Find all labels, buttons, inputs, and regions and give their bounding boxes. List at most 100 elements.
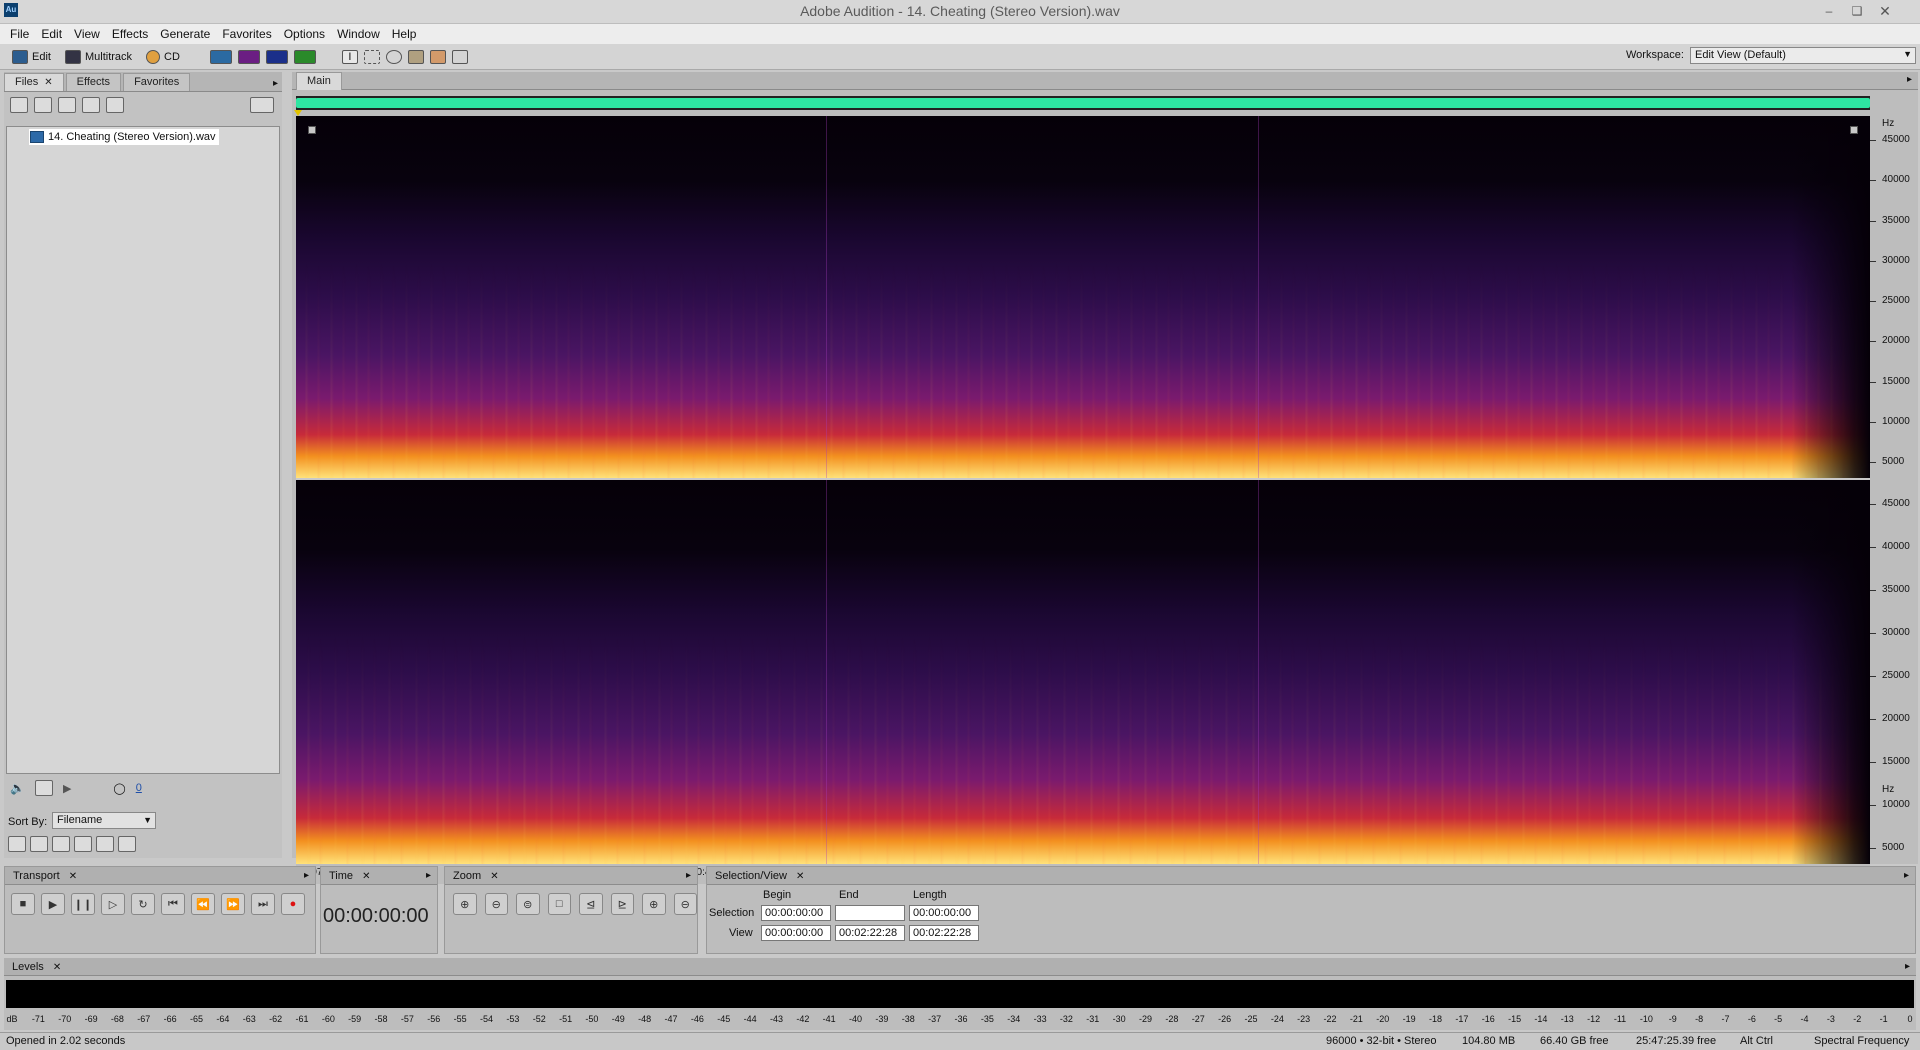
show-midi-files-icon[interactable] — [74, 836, 92, 852]
close-icon[interactable]: ✕ — [1874, 2, 1896, 20]
show-loop-files-icon[interactable] — [30, 836, 48, 852]
close-icon[interactable]: ✕ — [490, 871, 498, 882]
menu-view[interactable]: View — [68, 27, 106, 41]
edit-view-button[interactable]: Edit — [8, 47, 55, 67]
waveform-display-icon[interactable] — [209, 50, 232, 64]
volume-knob-icon[interactable]: ◯ — [113, 782, 125, 795]
tab-files[interactable]: Files ✕ — [4, 73, 64, 91]
panel-menu-icon[interactable]: ▸ — [304, 870, 309, 881]
level-scale-label: -58 — [374, 1014, 388, 1024]
right-channel-spectrum[interactable] — [296, 480, 1870, 864]
spectral-frequency-icon[interactable] — [237, 50, 260, 64]
close-icon[interactable]: ✕ — [44, 77, 52, 88]
import-file-icon[interactable] — [10, 97, 28, 113]
level-scale-label: -61 — [295, 1014, 309, 1024]
pause-icon[interactable]: ❙❙ — [71, 893, 95, 915]
time-selection-tool-icon[interactable]: I — [341, 50, 358, 64]
spot-healing-tool-icon[interactable] — [429, 50, 446, 64]
list-item[interactable]: 14. Cheating (Stereo Version).wav — [29, 129, 219, 145]
insert-cd-icon[interactable] — [82, 97, 100, 113]
zoom-in-horizontal-icon[interactable]: ⊕ — [453, 893, 477, 915]
menu-file[interactable]: File — [4, 27, 35, 41]
workspace-select[interactable]: Edit View (Default) ▼ — [1690, 47, 1916, 64]
tab-main[interactable]: Main — [296, 72, 342, 90]
show-video-files-icon[interactable] — [52, 836, 70, 852]
show-cd-icon[interactable] — [118, 836, 136, 852]
panel-menu-icon[interactable]: ▸ — [1905, 961, 1910, 972]
cd-view-button[interactable]: CD — [142, 47, 184, 67]
hand-tool-icon[interactable] — [451, 50, 468, 64]
view-end-field[interactable]: 00:02:22:28 — [835, 925, 905, 941]
record-icon[interactable]: ● — [281, 893, 305, 915]
zoom-out-horizontal-icon[interactable]: ⊖ — [484, 893, 508, 915]
go-to-start-icon[interactable]: ⏮ — [161, 893, 185, 915]
overview-range[interactable] — [296, 98, 1870, 108]
play-icon[interactable]: ▶ — [63, 782, 71, 795]
fast-forward-icon[interactable]: ⏩ — [221, 893, 245, 915]
spectral-phase-icon[interactable] — [293, 50, 316, 64]
close-icon[interactable]: ✕ — [796, 871, 804, 882]
menu-edit[interactable]: Edit — [35, 27, 68, 41]
zoom-in-vertical-icon[interactable]: ⊕ — [642, 893, 666, 915]
transport-controls: ■ ▶ ❙❙ ▷ ↻ ⏮ ⏪ ⏩ ⏭ ● — [5, 885, 315, 915]
spectral-display[interactable] — [296, 116, 1870, 864]
menu-options[interactable]: Options — [278, 27, 331, 41]
selection-end-field[interactable] — [835, 905, 905, 921]
rewind-icon[interactable]: ⏪ — [191, 893, 215, 915]
zoom-out-vertical-icon[interactable]: ⊖ — [673, 893, 697, 915]
loop-icon[interactable] — [34, 780, 53, 796]
close-file-icon[interactable] — [34, 97, 52, 113]
show-sessions-icon[interactable] — [96, 836, 114, 852]
view-begin-field[interactable]: 00:00:00:00 — [761, 925, 831, 941]
menu-effects[interactable]: Effects — [106, 27, 154, 41]
insert-multitrack-icon[interactable] — [58, 97, 76, 113]
main-editor-panel: Main ▸ Hz Hz 45000 40000 35000 30000 25000 20… — [292, 72, 1918, 890]
play-icon[interactable]: ▶ — [41, 893, 65, 915]
show-options-icon[interactable] — [250, 97, 274, 113]
volume-value[interactable]: 0 — [136, 782, 142, 794]
frequency-tick — [1870, 590, 1876, 591]
zoom-right-edge-icon[interactable]: ⊵ — [610, 893, 634, 915]
zoom-to-selection-icon[interactable]: □ — [547, 893, 571, 915]
speaker-icon[interactable]: 🔈 — [10, 781, 25, 795]
zoom-out-full-icon[interactable]: ⊜ — [516, 893, 540, 915]
menu-help[interactable]: Help — [386, 27, 423, 41]
selection-begin-field[interactable]: 00:00:00:00 — [761, 905, 831, 921]
close-icon[interactable]: ✕ — [362, 871, 370, 882]
lasso-tool-icon[interactable] — [385, 50, 402, 64]
play-from-cursor-icon[interactable]: ▷ — [101, 893, 125, 915]
stop-icon[interactable]: ■ — [11, 893, 35, 915]
go-to-end-icon[interactable]: ⏭ — [251, 893, 275, 915]
tab-favorites[interactable]: Favorites — [123, 73, 191, 91]
restore-icon[interactable]: ❑ — [1846, 2, 1868, 20]
panel-menu-icon[interactable]: ▸ — [269, 78, 282, 91]
loop-play-icon[interactable]: ↻ — [131, 893, 155, 915]
panel-menu-icon[interactable]: ▸ — [1907, 74, 1912, 85]
marquee-tool-icon[interactable] — [363, 50, 380, 64]
edit-file-icon[interactable] — [106, 97, 124, 113]
close-icon[interactable]: ✕ — [53, 962, 61, 973]
minimize-icon[interactable]: – — [1818, 2, 1840, 20]
menu-generate[interactable]: Generate — [154, 27, 216, 41]
left-channel-spectrum[interactable] — [296, 116, 1870, 478]
brush-tool-icon[interactable] — [407, 50, 424, 64]
level-scale-label: -13 — [1560, 1014, 1574, 1024]
menu-favorites[interactable]: Favorites — [216, 27, 277, 41]
tab-effects[interactable]: Effects — [65, 73, 122, 91]
selection-length-field[interactable]: 00:00:00:00 — [909, 905, 979, 921]
resize-handle-icon[interactable] — [308, 126, 316, 134]
panel-menu-icon[interactable]: ▸ — [426, 870, 431, 881]
resize-handle-icon[interactable] — [1850, 126, 1858, 134]
show-waveform-files-icon[interactable] — [8, 836, 26, 852]
panel-menu-icon[interactable]: ▸ — [1904, 870, 1909, 881]
overview-bar[interactable] — [296, 96, 1870, 110]
zoom-left-edge-icon[interactable]: ⊴ — [579, 893, 603, 915]
sort-by-select[interactable]: Filename ▼ — [52, 812, 156, 829]
level-scale-label: -10 — [1639, 1014, 1653, 1024]
multitrack-view-button[interactable]: Multitrack — [61, 47, 136, 67]
panel-menu-icon[interactable]: ▸ — [686, 870, 691, 881]
spectral-pan-icon[interactable] — [265, 50, 288, 64]
close-icon[interactable]: ✕ — [69, 871, 77, 882]
menu-window[interactable]: Window — [331, 27, 386, 41]
view-length-field[interactable]: 00:02:22:28 — [909, 925, 979, 941]
